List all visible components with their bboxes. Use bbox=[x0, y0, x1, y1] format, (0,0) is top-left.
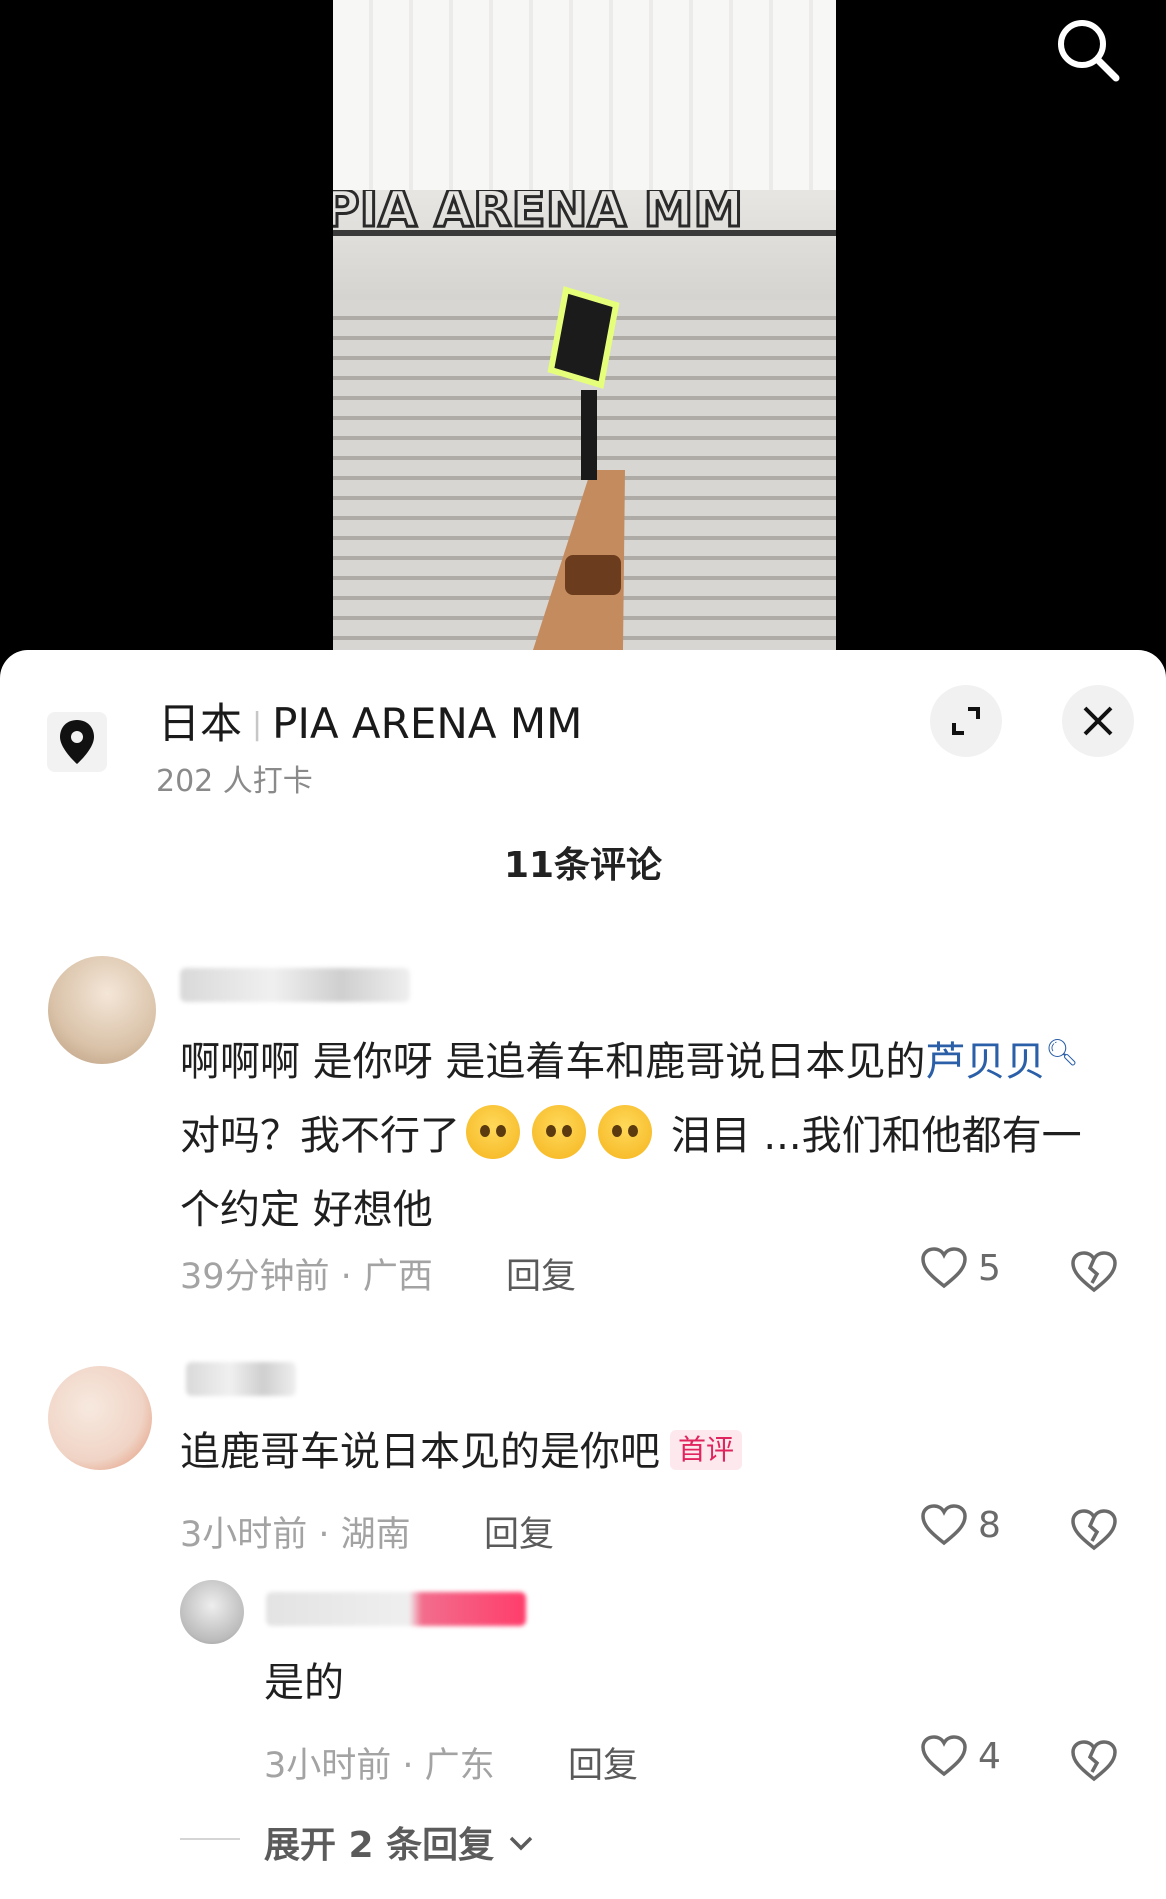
search-icon[interactable] bbox=[1052, 14, 1124, 86]
crying-emoji-icon bbox=[466, 1105, 520, 1159]
crying-emoji-icon bbox=[532, 1105, 586, 1159]
search-mini-icon: 🔍︎ bbox=[1045, 1038, 1079, 1068]
close-icon bbox=[1083, 706, 1113, 736]
location-venue: PIA ARENA MM bbox=[272, 699, 583, 748]
heart-icon bbox=[921, 1247, 967, 1289]
location-pin-icon[interactable] bbox=[47, 712, 107, 772]
location-title[interactable]: 日本 | PIA ARENA MM bbox=[158, 690, 582, 751]
title-divider: | bbox=[252, 707, 263, 742]
comment-text: 啊啊啊 是你呀 是追着车和鹿哥说日本见的芦贝贝🔍︎ 对吗？我不行了 泪目 ...… bbox=[180, 1038, 1082, 1233]
heart-icon bbox=[921, 1735, 967, 1777]
like-count: 4 bbox=[978, 1735, 1001, 1777]
expand-button[interactable] bbox=[930, 685, 1002, 757]
avatar[interactable] bbox=[48, 956, 156, 1064]
reply-button[interactable]: 回复 bbox=[484, 1506, 554, 1557]
checkin-count: 202 人打卡 bbox=[156, 764, 313, 799]
like-button[interactable]: 8 bbox=[920, 1503, 1001, 1547]
reply-button[interactable]: 回复 bbox=[506, 1248, 576, 1299]
comment-sheet: 日本 | PIA ARENA MM 202 人打卡 11条评论 啊啊啊 是你呀 是追… bbox=[0, 650, 1166, 1899]
username[interactable] bbox=[180, 968, 410, 1002]
mention-link[interactable]: 芦贝贝 bbox=[925, 1039, 1045, 1085]
first-comment-badge: 首评 bbox=[670, 1430, 743, 1470]
comment-count-header: 11条评论 bbox=[503, 845, 663, 886]
location-country: 日本 bbox=[158, 699, 243, 748]
comment-time-location: 39分钟前 · 广西 bbox=[180, 1257, 433, 1297]
username[interactable] bbox=[186, 1362, 296, 1396]
lightstick-hand bbox=[533, 286, 625, 650]
comment-time-location: 3小时前 · 广东 bbox=[264, 1746, 495, 1786]
crying-emoji-icon bbox=[598, 1105, 652, 1159]
comment-text: 是的 bbox=[264, 1660, 344, 1706]
username[interactable] bbox=[266, 1592, 526, 1626]
like-button[interactable]: 4 bbox=[920, 1734, 1001, 1778]
close-button[interactable] bbox=[1062, 685, 1134, 757]
chevron-down-icon bbox=[509, 1836, 532, 1851]
avatar[interactable] bbox=[48, 1366, 152, 1470]
like-button[interactable]: 5 bbox=[920, 1246, 1001, 1290]
broken-heart-icon[interactable] bbox=[1070, 1737, 1118, 1785]
broken-heart-icon[interactable] bbox=[1070, 1248, 1118, 1296]
video-player[interactable]: PIA ARENA MM bbox=[0, 0, 1166, 680]
like-count: 8 bbox=[978, 1504, 1001, 1546]
avatar[interactable] bbox=[180, 1580, 244, 1644]
expand-icon bbox=[952, 707, 980, 735]
like-count: 5 bbox=[978, 1247, 1001, 1289]
reply-button[interactable]: 回复 bbox=[568, 1737, 638, 1788]
broken-heart-icon[interactable] bbox=[1070, 1506, 1118, 1554]
comment-time-location: 3小时前 · 湖南 bbox=[180, 1515, 411, 1555]
expand-replies-button[interactable]: 展开 2 条回复 bbox=[264, 1816, 535, 1868]
expand-divider bbox=[180, 1838, 240, 1840]
comment-text: 追鹿哥车说日本见的是你吧 首评 bbox=[180, 1415, 1100, 1489]
video-frame: PIA ARENA MM bbox=[333, 0, 836, 650]
heart-icon bbox=[921, 1504, 967, 1546]
